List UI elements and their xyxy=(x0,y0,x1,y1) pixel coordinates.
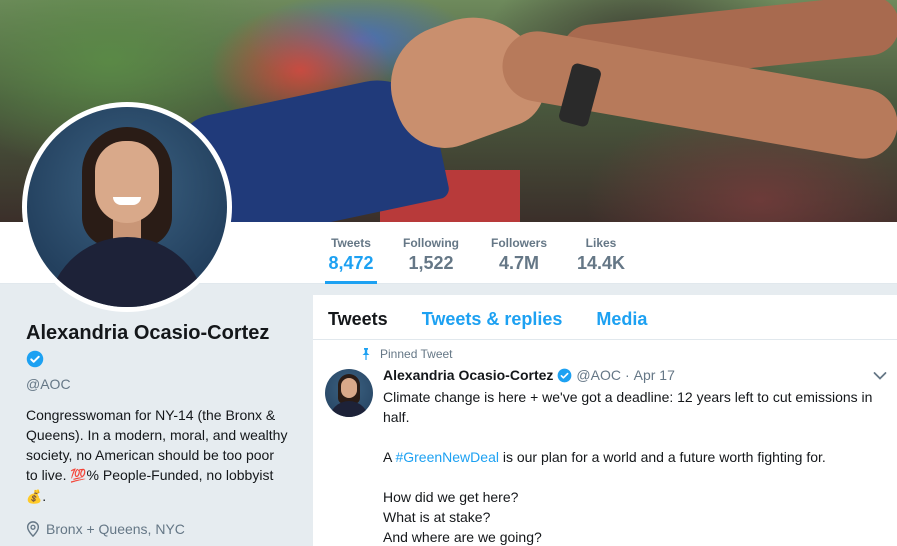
stat-label: Tweets xyxy=(331,236,371,250)
tweet-avatar[interactable] xyxy=(325,369,373,417)
location-text: Bronx + Queens, NYC xyxy=(46,521,185,537)
tweet-separator: · xyxy=(624,367,630,383)
verified-badge-icon xyxy=(26,350,44,368)
money-bag-emoji: 💰 xyxy=(26,489,43,504)
profile-handle[interactable]: @AOC xyxy=(26,375,291,393)
profile-card: Alexandria Ocasio-Cortez @AOC Congresswo… xyxy=(26,320,291,537)
hundred-points-emoji: 💯 xyxy=(70,468,87,483)
stat-likes[interactable]: Likes 14.4K xyxy=(574,222,628,284)
tweet-paragraph: Climate change is here + we've got a dea… xyxy=(383,389,873,425)
pinned-indicator: Pinned Tweet xyxy=(360,347,453,361)
bio-text: % People-Funded, no lobbyist xyxy=(86,467,274,483)
tab-tweets-replies[interactable]: Tweets & replies xyxy=(422,295,563,339)
stat-value: 14.4K xyxy=(576,253,626,273)
avatar-body xyxy=(329,401,369,417)
tweet-text-fragment: A xyxy=(383,449,396,465)
pinned-label: Pinned Tweet xyxy=(380,347,453,361)
tweet-line: What is at stake? xyxy=(383,509,491,525)
stat-value: 1,522 xyxy=(408,253,454,273)
avatar-face xyxy=(341,378,357,398)
avatar-image xyxy=(27,107,227,307)
chevron-down-icon[interactable] xyxy=(873,371,887,381)
avatar-face xyxy=(95,141,159,223)
stat-label: Following xyxy=(403,236,459,250)
tweet-date[interactable]: Apr 17 xyxy=(634,367,675,383)
hashtag-link[interactable]: #GreenNewDeal xyxy=(395,449,499,465)
pin-icon xyxy=(362,348,370,360)
avatar-smile xyxy=(113,197,141,205)
profile-location: Bronx + Queens, NYC xyxy=(26,521,291,537)
stat-following[interactable]: Following 1,522 xyxy=(400,222,462,284)
stat-tweets[interactable]: Tweets 8,472 xyxy=(325,222,377,284)
profile-avatar[interactable] xyxy=(22,102,232,312)
location-pin-icon xyxy=(26,521,40,537)
tweet-author-name[interactable]: Alexandria Ocasio-Cortez xyxy=(383,367,553,383)
timeline-tabs: Tweets Tweets & replies Media xyxy=(313,295,897,340)
bio-text: . xyxy=(42,488,47,504)
tweet-text-fragment: is our plan for a world and a future wor… xyxy=(498,449,826,465)
tweet-line: And where are we going? xyxy=(383,529,542,545)
profile-name[interactable]: Alexandria Ocasio-Cortez xyxy=(26,320,291,346)
stat-label: Followers xyxy=(490,236,547,250)
tweet-paragraph: A #GreenNewDeal is our plan for a world … xyxy=(383,447,883,467)
tweet-header: Alexandria Ocasio-Cortez @AOC · Apr 17 xyxy=(383,367,675,383)
stat-label: Likes xyxy=(585,236,617,250)
timeline: Tweets Tweets & replies Media Pinned Twe… xyxy=(313,295,897,546)
tweet-line: How did we get here? xyxy=(383,489,519,505)
tweet-text: Climate change is here + we've got a dea… xyxy=(383,387,883,546)
stat-value: 8,472 xyxy=(328,253,374,273)
tweet-author-handle[interactable]: @AOC xyxy=(576,367,621,383)
stat-followers[interactable]: Followers 4.7M xyxy=(489,222,549,284)
tab-media[interactable]: Media xyxy=(596,295,647,339)
tab-tweets[interactable]: Tweets xyxy=(328,295,388,339)
verified-badge-icon xyxy=(558,368,572,382)
stat-value: 4.7M xyxy=(498,253,540,273)
profile-bio: Congresswoman for NY-14 (the Bronx & Que… xyxy=(26,405,288,507)
avatar-body xyxy=(47,237,207,307)
